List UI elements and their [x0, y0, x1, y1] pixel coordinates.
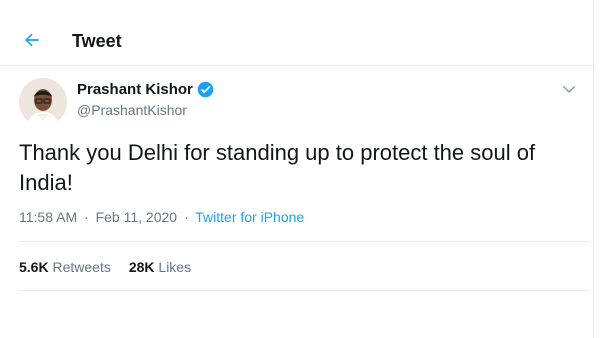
likes-count: 28K — [128, 259, 155, 275]
page-title: Tweet — [72, 31, 122, 51]
tweet-meta: 11:58 AM · Feb 11, 2020 · Twitter for iP… — [19, 209, 304, 225]
chevron-down-icon[interactable] — [560, 80, 578, 98]
author-name[interactable]: Prashant Kishor — [77, 81, 193, 98]
divider — [19, 241, 590, 242]
avatar[interactable] — [19, 78, 67, 126]
meta-separator: · — [183, 209, 189, 225]
tweet-panel: Tweet Prashant Kishor @PrashantKishor Th… — [0, 0, 594, 338]
author-handle[interactable]: @PrashantKishor — [77, 102, 187, 118]
tweet-text: Thank you Delhi for standing up to prote… — [19, 140, 536, 195]
verified-badge-icon — [197, 81, 214, 98]
meta-separator: · — [84, 209, 89, 225]
likes-stat[interactable]: 28K Likes — [129, 259, 191, 275]
tweet-source-link[interactable]: Twitter for iPhone — [195, 209, 304, 225]
tweet-stats: 5.6K Retweets 28K Likes — [19, 259, 209, 275]
retweets-count: 5.6K — [19, 259, 49, 275]
likes-label: Likes — [158, 259, 192, 275]
back-arrow-icon[interactable] — [22, 30, 44, 52]
author-name-row[interactable]: Prashant Kishor — [77, 81, 214, 98]
divider — [19, 290, 590, 291]
retweets-stat[interactable]: 5.6K Retweets — [19, 259, 111, 275]
retweets-label: Retweets — [52, 259, 111, 275]
tweet-date[interactable]: Feb 11, 2020 — [96, 209, 177, 225]
tweet-time[interactable]: 11:58 AM — [19, 209, 77, 225]
header: Tweet — [0, 0, 593, 66]
